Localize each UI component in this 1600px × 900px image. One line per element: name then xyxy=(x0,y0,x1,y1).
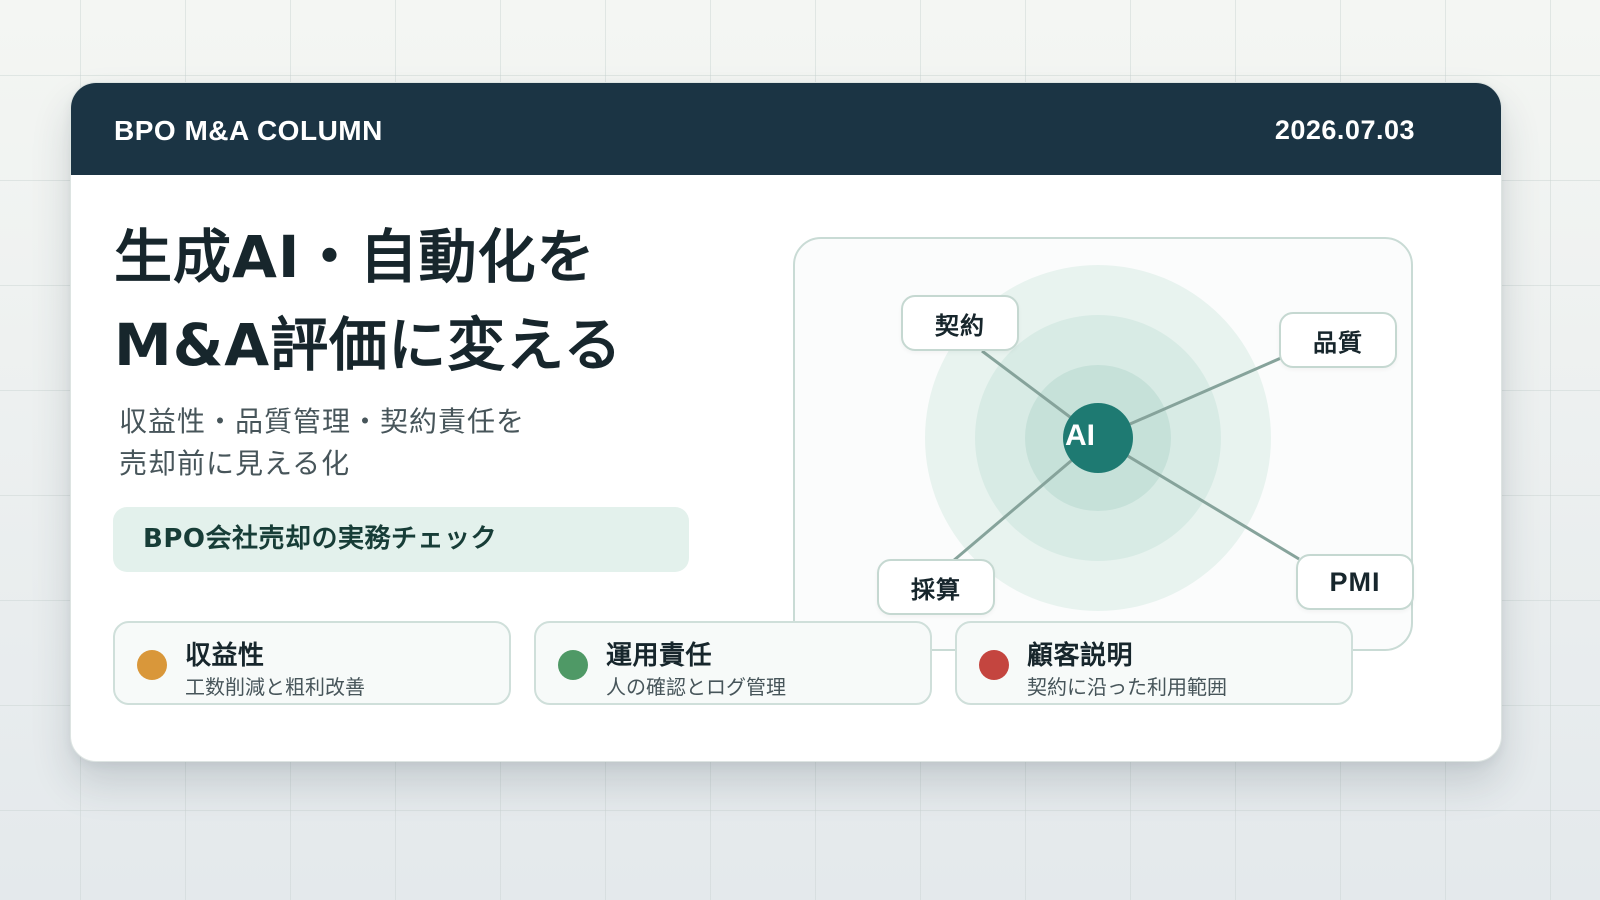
profitability-dot-icon xyxy=(137,650,167,680)
feature-tiles: 収益性 工数削減と粗利改善 運用責任 人の確認とログ管理 顧客説明 契約に沿った… xyxy=(113,621,1373,705)
subtitle: 収益性・品質管理・契約責任を 売却前に見える化 xyxy=(119,401,525,485)
responsibility-dot-icon xyxy=(558,650,588,680)
tile-subtitle: 契約に沿った利用範囲 xyxy=(1027,675,1227,699)
tile-title: 顧客説明 xyxy=(1027,641,1134,671)
title-line-1: 生成AI・自動化を xyxy=(114,223,596,291)
title-line-2: M&A評価に変える xyxy=(114,311,623,379)
node-cost: 採算 xyxy=(877,559,995,615)
page-title: 生成AI・自動化を M&A評価に変える xyxy=(114,213,622,389)
subtitle-line-2: 売却前に見える化 xyxy=(119,447,351,480)
customer-dot-icon xyxy=(979,650,1009,680)
tile-title: 収益性 xyxy=(185,641,265,671)
ai-hub-label: AI xyxy=(1065,419,1095,452)
tile-profitability: 収益性 工数削減と粗利改善 xyxy=(113,621,511,705)
node-pmi: PMI xyxy=(1296,554,1414,610)
column-brand: BPO M&A COLUMN xyxy=(114,115,383,146)
node-contract: 契約 xyxy=(901,295,1019,351)
publish-date: 2026.07.03 xyxy=(1274,115,1415,145)
node-quality: 品質 xyxy=(1279,312,1397,368)
tile-subtitle: 工数削減と粗利改善 xyxy=(185,675,365,699)
ai-diagram: AI 契約 品質 採算 PMI xyxy=(793,237,1414,651)
topic-pill: BPO会社売却の実務チェック xyxy=(113,507,689,572)
article-card: BPO M&A COLUMN 2026.07.03 生成AI・自動化を M&A評… xyxy=(70,82,1502,762)
tile-operational-responsibility: 運用責任 人の確認とログ管理 xyxy=(534,621,932,705)
subtitle-line-1: 収益性・品質管理・契約責任を xyxy=(119,405,526,438)
card-header: BPO M&A COLUMN 2026.07.03 xyxy=(71,83,1501,175)
tile-subtitle: 人の確認とログ管理 xyxy=(606,675,786,699)
tile-title: 運用責任 xyxy=(606,641,713,671)
tile-customer-explanation: 顧客説明 契約に沿った利用範囲 xyxy=(955,621,1353,705)
